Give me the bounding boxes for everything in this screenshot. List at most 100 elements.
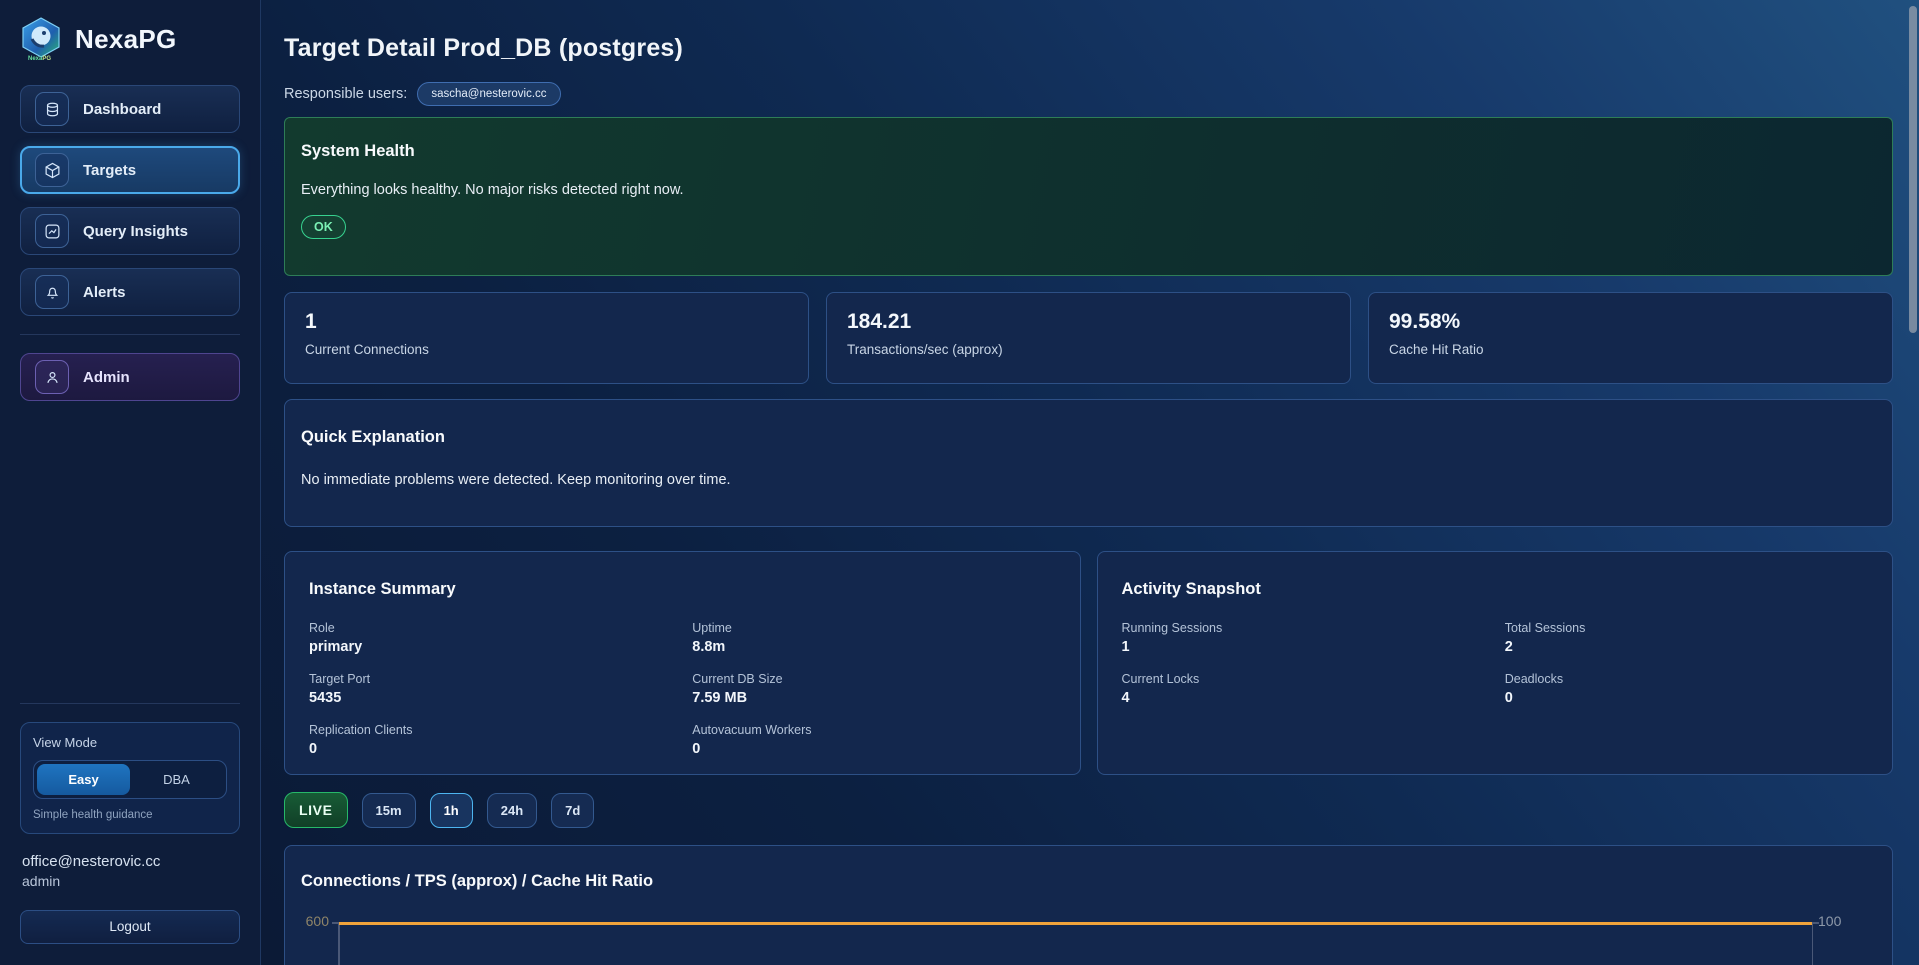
- time-controls: LIVE 15m 1h 24h 7d: [284, 792, 1893, 828]
- stat-label: Current Connections: [305, 342, 788, 357]
- field-value: 5435: [309, 690, 672, 706]
- field-label: Total Sessions: [1505, 621, 1868, 635]
- stat-card-current-connections: 1 Current Connections: [284, 292, 809, 384]
- field-value: 2: [1505, 639, 1868, 655]
- database-icon: [35, 92, 69, 126]
- field-label: Uptime: [692, 621, 1055, 635]
- stat-label: Transactions/sec (approx): [847, 342, 1330, 357]
- sidebar-item-label: Alerts: [83, 284, 126, 301]
- series-line-orange: [339, 922, 1812, 925]
- view-mode-toggle: Easy DBA: [33, 760, 227, 799]
- quick-explanation-card: Quick Explanation No immediate problems …: [284, 399, 1893, 527]
- app-title: NexaPG: [75, 24, 177, 55]
- user-email: office@nesterovic.cc: [22, 853, 238, 870]
- app-logo-row: NexaPG NexaPG: [20, 15, 240, 85]
- activity-snapshot-grid: Running Sessions 1 Total Sessions 2 Curr…: [1122, 621, 1869, 706]
- status-badge: OK: [301, 215, 346, 239]
- responsible-user-badge[interactable]: sascha@nesterovic.cc: [417, 82, 560, 106]
- instance-summary-card: Instance Summary Role primary Uptime 8.8…: [284, 551, 1081, 775]
- user-icon: [35, 360, 69, 394]
- sidebar-item-label: Query Insights: [83, 223, 188, 240]
- view-mode-title: View Mode: [33, 735, 227, 750]
- sidebar-item-targets[interactable]: Targets: [20, 146, 240, 194]
- field-label: Replication Clients: [309, 723, 672, 737]
- bell-icon: [35, 275, 69, 309]
- range-button-24h[interactable]: 24h: [487, 793, 537, 828]
- instance-summary-grid: Role primary Uptime 8.8m Target Port 543…: [309, 621, 1056, 757]
- page-title: Target Detail Prod_DB (postgres): [284, 34, 1893, 63]
- logout-button[interactable]: Logout: [20, 910, 240, 944]
- user-role: admin: [22, 873, 238, 889]
- sidebar-item-admin[interactable]: Admin: [20, 353, 240, 401]
- chart-card: Connections / TPS (approx) / Cache Hit R…: [284, 845, 1893, 965]
- field-autovacuum-workers: Autovacuum Workers 0: [692, 723, 1055, 757]
- stat-value: 1: [305, 310, 788, 334]
- field-label: Current Locks: [1122, 672, 1485, 686]
- sidebar-item-label: Targets: [83, 162, 136, 179]
- summary-row: Instance Summary Role primary Uptime 8.8…: [284, 551, 1893, 775]
- field-value: 8.8m: [692, 639, 1055, 655]
- live-button[interactable]: LIVE: [284, 792, 348, 828]
- system-health-title: System Health: [301, 142, 1876, 161]
- sidebar-item-alerts[interactable]: Alerts: [20, 268, 240, 316]
- sidebar: NexaPG NexaPG Dashboard Targets Query In…: [0, 0, 261, 965]
- range-button-1h[interactable]: 1h: [430, 793, 473, 828]
- stats-row: 1 Current Connections 184.21 Transaction…: [284, 292, 1893, 384]
- svg-text:NexaPG: NexaPG: [28, 56, 51, 61]
- sidebar-divider: [20, 703, 240, 704]
- field-label: Autovacuum Workers: [692, 723, 1055, 737]
- field-label: Current DB Size: [692, 672, 1055, 686]
- field-replication-clients: Replication Clients 0: [309, 723, 672, 757]
- sidebar-item-query-insights[interactable]: Query Insights: [20, 207, 240, 255]
- field-uptime: Uptime 8.8m: [692, 621, 1055, 655]
- field-target-port: Target Port 5435: [309, 672, 672, 706]
- range-button-15m[interactable]: 15m: [362, 793, 416, 828]
- field-label: Deadlocks: [1505, 672, 1868, 686]
- activity-snapshot-title: Activity Snapshot: [1122, 580, 1869, 599]
- stat-card-tps: 184.21 Transactions/sec (approx): [826, 292, 1351, 384]
- left-axis-line: [338, 922, 340, 965]
- sidebar-item-label: Admin: [83, 369, 130, 386]
- stat-card-cache-hit: 99.58% Cache Hit Ratio: [1368, 292, 1893, 384]
- right-axis-line: [1812, 922, 1814, 965]
- field-deadlocks: Deadlocks 0: [1505, 672, 1868, 706]
- view-mode-hint: Simple health guidance: [33, 809, 227, 821]
- field-value: 4: [1122, 690, 1485, 706]
- responsible-users-label: Responsible users:: [284, 86, 407, 102]
- chart-title: Connections / TPS (approx) / Cache Hit R…: [301, 872, 1876, 891]
- sidebar-item-dashboard[interactable]: Dashboard: [20, 85, 240, 133]
- sidebar-divider: [20, 334, 240, 335]
- instance-summary-title: Instance Summary: [309, 580, 1056, 599]
- field-value: 7.59 MB: [692, 690, 1055, 706]
- right-axis-tick: [1813, 922, 1819, 924]
- field-running-sessions: Running Sessions 1: [1122, 621, 1485, 655]
- field-value: 0: [692, 741, 1055, 757]
- chart-plot-area: 600 100: [338, 922, 1813, 965]
- field-label: Running Sessions: [1122, 621, 1485, 635]
- view-mode-option-dba[interactable]: DBA: [130, 764, 223, 795]
- quick-explanation-message: No immediate problems were detected. Kee…: [301, 472, 1876, 488]
- field-total-sessions: Total Sessions 2: [1505, 621, 1868, 655]
- field-db-size: Current DB Size 7.59 MB: [692, 672, 1055, 706]
- range-button-7d[interactable]: 7d: [551, 793, 594, 828]
- system-health-message: Everything looks healthy. No major risks…: [301, 182, 1876, 198]
- field-label: Role: [309, 621, 672, 635]
- field-current-locks: Current Locks 4: [1122, 672, 1485, 706]
- cube-icon: [35, 153, 69, 187]
- quick-explanation-title: Quick Explanation: [301, 428, 1876, 447]
- chart-icon: [35, 214, 69, 248]
- left-axis-tick-label: 600: [291, 913, 329, 929]
- sidebar-bottom: View Mode Easy DBA Simple health guidanc…: [20, 698, 240, 944]
- right-axis-tick-label: 100: [1818, 913, 1862, 929]
- field-value: primary: [309, 639, 672, 655]
- left-axis-tick: [332, 922, 338, 924]
- field-role: Role primary: [309, 621, 672, 655]
- vertical-scrollbar[interactable]: [1909, 6, 1917, 333]
- main-content: Target Detail Prod_DB (postgres) Respons…: [261, 0, 1919, 965]
- stat-label: Cache Hit Ratio: [1389, 342, 1872, 357]
- field-value: 0: [309, 741, 672, 757]
- field-value: 0: [1505, 690, 1868, 706]
- nexapg-logo-icon: NexaPG: [20, 17, 62, 61]
- responsible-users-row: Responsible users: sascha@nesterovic.cc: [284, 82, 1893, 106]
- view-mode-option-easy[interactable]: Easy: [37, 764, 130, 795]
